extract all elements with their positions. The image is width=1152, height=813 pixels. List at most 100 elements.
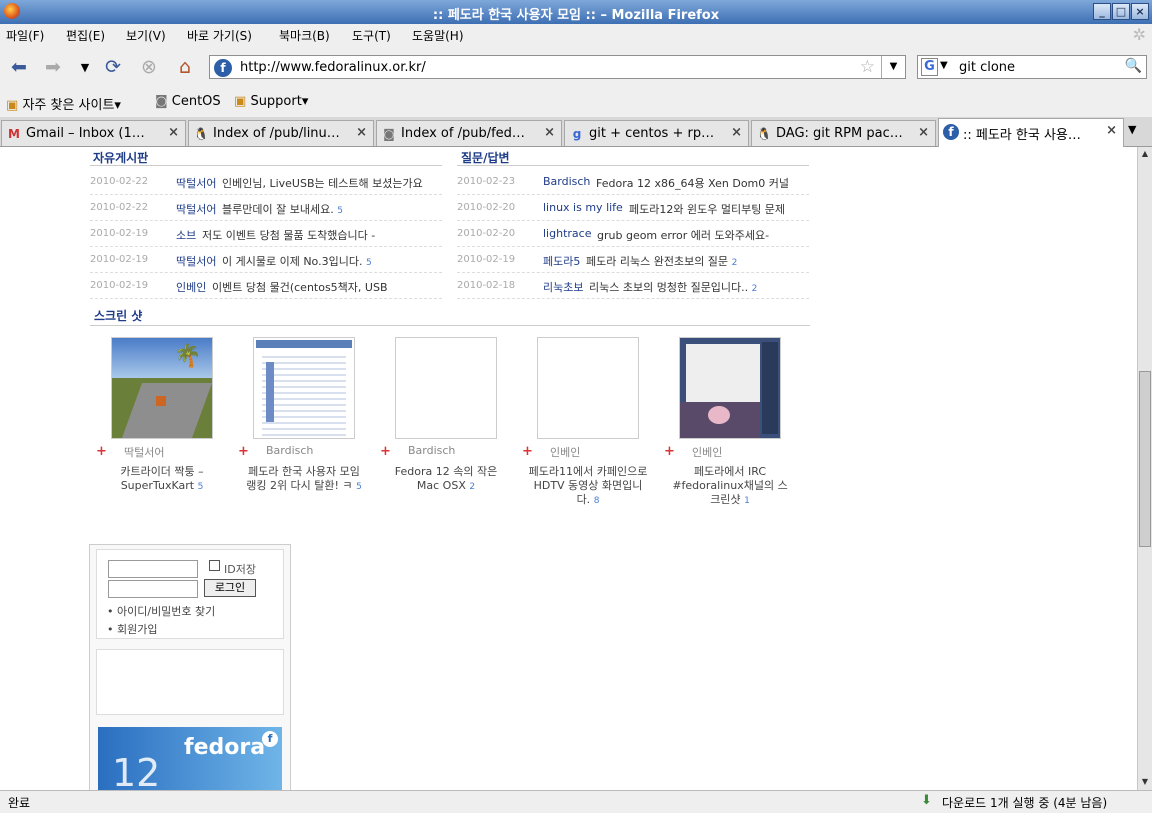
post-author[interactable]: 딱털서어 (176, 253, 216, 269)
post-title[interactable]: 저도 이벤트 당첨 물품 도착했습니다 - (202, 227, 375, 243)
free-board-row[interactable]: 2010-02-19 딱털서어 이 게시물로 이제 No.3입니다. 5 (90, 247, 442, 273)
qa-board-row[interactable]: 2010-02-20 linux is my life 페도라12와 윈도우 멀티부… (457, 195, 809, 221)
menu-tools[interactable]: 도구(T) (352, 27, 391, 44)
screenshot-caption-4[interactable]: 페도라11에서 카페인으로 HDTV 동영상 화면입니다. 8 (528, 465, 648, 508)
close-tab-icon[interactable]: × (918, 125, 929, 140)
join-link[interactable]: • 회원가입 (107, 621, 157, 637)
screenshot-caption-3[interactable]: Fedora 12 속의 작은 Mac OSX 2 (386, 465, 506, 494)
menu-file[interactable]: 파일(F) (6, 27, 44, 44)
download-status[interactable]: 다운로드 1개 실행 중 (4분 남음) (942, 794, 1107, 811)
password-input[interactable] (108, 580, 198, 598)
scroll-down-arrow-icon[interactable]: ▼ (1139, 775, 1151, 789)
screenshot-thumb-3[interactable] (395, 337, 497, 439)
post-author[interactable]: 딱털서어 (176, 175, 216, 191)
scrollbar-thumb[interactable] (1139, 371, 1151, 547)
maximize-button[interactable]: □ (1112, 3, 1130, 20)
close-window-button[interactable]: × (1131, 3, 1149, 20)
post-title[interactable]: 페도라12와 윈도우 멀티부팅 문제 (629, 201, 785, 217)
tab-fedora-korea[interactable]: f:: 페도라 한국 사용… × (938, 118, 1124, 147)
free-board-title[interactable]: 자유게시판 (93, 149, 148, 166)
post-title[interactable]: 리눅스 초보의 멍청한 질문입니다.. 2 (589, 279, 757, 295)
reload-icon[interactable]: ⟳ (102, 56, 124, 78)
post-title[interactable]: 이 게시물로 이제 No.3입니다. 5 (222, 253, 372, 269)
screenshot-author-3[interactable]: Bardisch (408, 444, 455, 457)
bookmark-centos[interactable]: ◙ CentOS (155, 94, 221, 109)
minimize-button[interactable]: _ (1093, 3, 1111, 20)
forward-arrow-icon[interactable]: ➡ (42, 56, 64, 78)
post-title[interactable]: 인베인님, LiveUSB는 테스트해 보셨는가요 (222, 175, 423, 191)
qa-board-row[interactable]: 2010-02-19 페도라5 페도라 리눅스 완전초보의 질문 2 (457, 247, 809, 273)
menu-view[interactable]: 보기(V) (126, 27, 166, 44)
find-account-link[interactable]: • 아이디/비밀번호 찾기 (107, 603, 215, 619)
bookmark-support[interactable]: ▣ Support▾ (234, 94, 308, 109)
menu-edit[interactable]: 편집(E) (66, 27, 105, 44)
screenshot-thumb-4[interactable] (537, 337, 639, 439)
post-title[interactable]: 블루만데이 잘 보내세요. 5 (222, 201, 343, 217)
tab-index-fedora[interactable]: ◙ Index of /pub/fed… × (376, 120, 562, 146)
screenshot-thumb-5[interactable] (679, 337, 781, 439)
tab-google-git[interactable]: g git + centos + rp… × (564, 120, 749, 146)
screenshot-thumb-1[interactable]: 🌴 (111, 337, 213, 439)
page-scrollbar[interactable]: ▲ ▼ (1137, 147, 1152, 790)
close-tab-icon[interactable]: × (731, 125, 742, 140)
free-board-row[interactable]: 2010-02-19 인베인 이벤트 당첨 물건(centos5책자, USB (90, 273, 442, 299)
post-title[interactable]: 이벤트 당첨 물건(centos5책자, USB (212, 279, 388, 295)
google-search-engine-icon[interactable]: G (921, 58, 938, 76)
screenshot-thumb-2[interactable] (253, 337, 355, 439)
url-dropdown-icon[interactable]: ▼ (881, 56, 905, 78)
screenshot-caption-1[interactable]: 카트라이더 짝퉁 – SuperTuxKart 5 (102, 465, 222, 494)
post-author[interactable]: 리눅초보 (543, 279, 583, 295)
scroll-up-arrow-icon[interactable]: ▲ (1139, 147, 1151, 161)
close-tab-icon[interactable]: × (356, 125, 367, 140)
screenshot-author-4[interactable]: 인베인 (550, 444, 580, 460)
post-title[interactable]: Fedora 12 x86_64용 Xen Dom0 커널 (596, 175, 789, 191)
post-author[interactable]: linux is my life (543, 201, 623, 214)
post-author[interactable]: 인베인 (176, 279, 206, 295)
post-title[interactable]: grub geom error 에러 도와주세요- (597, 227, 769, 243)
qa-board-title[interactable]: 질문/답변 (461, 149, 510, 166)
stop-icon[interactable]: ⊗ (138, 56, 160, 78)
free-board-row[interactable]: 2010-02-22 딱털서어 인베인님, LiveUSB는 테스트해 보셨는가요 (90, 169, 442, 195)
download-icon[interactable]: ⬇ (921, 793, 932, 808)
screenshot-author-2[interactable]: Bardisch (266, 444, 313, 457)
post-author[interactable]: Bardisch (543, 175, 590, 188)
back-arrow-icon[interactable]: ⬅ (8, 56, 30, 78)
screenshot-section-title[interactable]: 스크린 샷 (94, 307, 142, 324)
tab-index-linux[interactable]: 🐧 Index of /pub/linu… × (188, 120, 374, 146)
qa-board-row[interactable]: 2010-02-23 Bardisch Fedora 12 x86_64용 Xen … (457, 169, 809, 195)
login-button[interactable]: 로그인 (204, 579, 256, 597)
free-board-row[interactable]: 2010-02-19 소브 저도 이벤트 당첨 물품 도착했습니다 - (90, 221, 442, 247)
tab-dag-git[interactable]: 🐧 DAG: git RPM pac… × (751, 120, 936, 146)
screenshot-caption-2[interactable]: 페도라 한국 사용자 모임 랭킹 2위 다시 탈환! ㅋ 5 (244, 465, 364, 494)
post-author[interactable]: 딱털서어 (176, 201, 216, 217)
post-title[interactable]: 페도라 리눅스 완전초보의 질문 2 (586, 253, 737, 269)
username-input[interactable] (108, 560, 198, 578)
search-engine-dropdown-icon[interactable]: ▼ (940, 60, 948, 71)
free-board-row[interactable]: 2010-02-22 딱털서어 블루만데이 잘 보내세요. 5 (90, 195, 442, 221)
post-author[interactable]: lightrace (543, 227, 591, 240)
qa-board-row[interactable]: 2010-02-20 lightrace grub geom error 에러 도와… (457, 221, 809, 247)
screenshot-author-1[interactable]: 딱털서어 (124, 444, 164, 460)
bookmark-star-icon[interactable]: ☆ (860, 57, 875, 77)
remember-id-checkbox[interactable] (209, 560, 220, 571)
qa-board-row[interactable]: 2010-02-18 리눅초보 리눅스 초보의 멍청한 질문입니다.. 2 (457, 273, 809, 299)
tab-list-dropdown-icon[interactable]: ▼ (1128, 123, 1136, 136)
url-bar[interactable]: f http://www.fedoralinux.or.kr/ ☆ ▼ (209, 55, 906, 79)
menu-help[interactable]: 도움말(H) (412, 27, 464, 44)
close-tab-icon[interactable]: × (544, 125, 555, 140)
url-text[interactable]: http://www.fedoralinux.or.kr/ (240, 60, 426, 75)
post-author[interactable]: 소브 (176, 227, 196, 243)
close-tab-icon[interactable]: × (168, 125, 179, 140)
post-author[interactable]: 페도라5 (543, 253, 580, 269)
tab-gmail[interactable]: M Gmail – Inbox (1… × (1, 120, 186, 146)
home-icon[interactable]: ⌂ (174, 56, 196, 78)
menu-bookmarks[interactable]: 북마크(B) (279, 27, 330, 44)
bookmark-most-visited[interactable]: ▣ 자주 찾은 사이트▾ (6, 94, 121, 113)
screenshot-author-5[interactable]: 인베인 (692, 444, 722, 460)
close-tab-icon[interactable]: × (1106, 123, 1117, 138)
screenshot-caption-5[interactable]: 페도라에서 IRC #fedoralinux채널의 스크린샷 1 (670, 465, 790, 508)
history-dropdown-icon[interactable]: ▼ (74, 56, 96, 78)
fedora-12-banner[interactable]: fedora 12 f (98, 727, 282, 790)
search-input[interactable]: git clone (959, 60, 1015, 75)
search-bar[interactable]: G ▼ git clone 🔍 (917, 55, 1147, 79)
